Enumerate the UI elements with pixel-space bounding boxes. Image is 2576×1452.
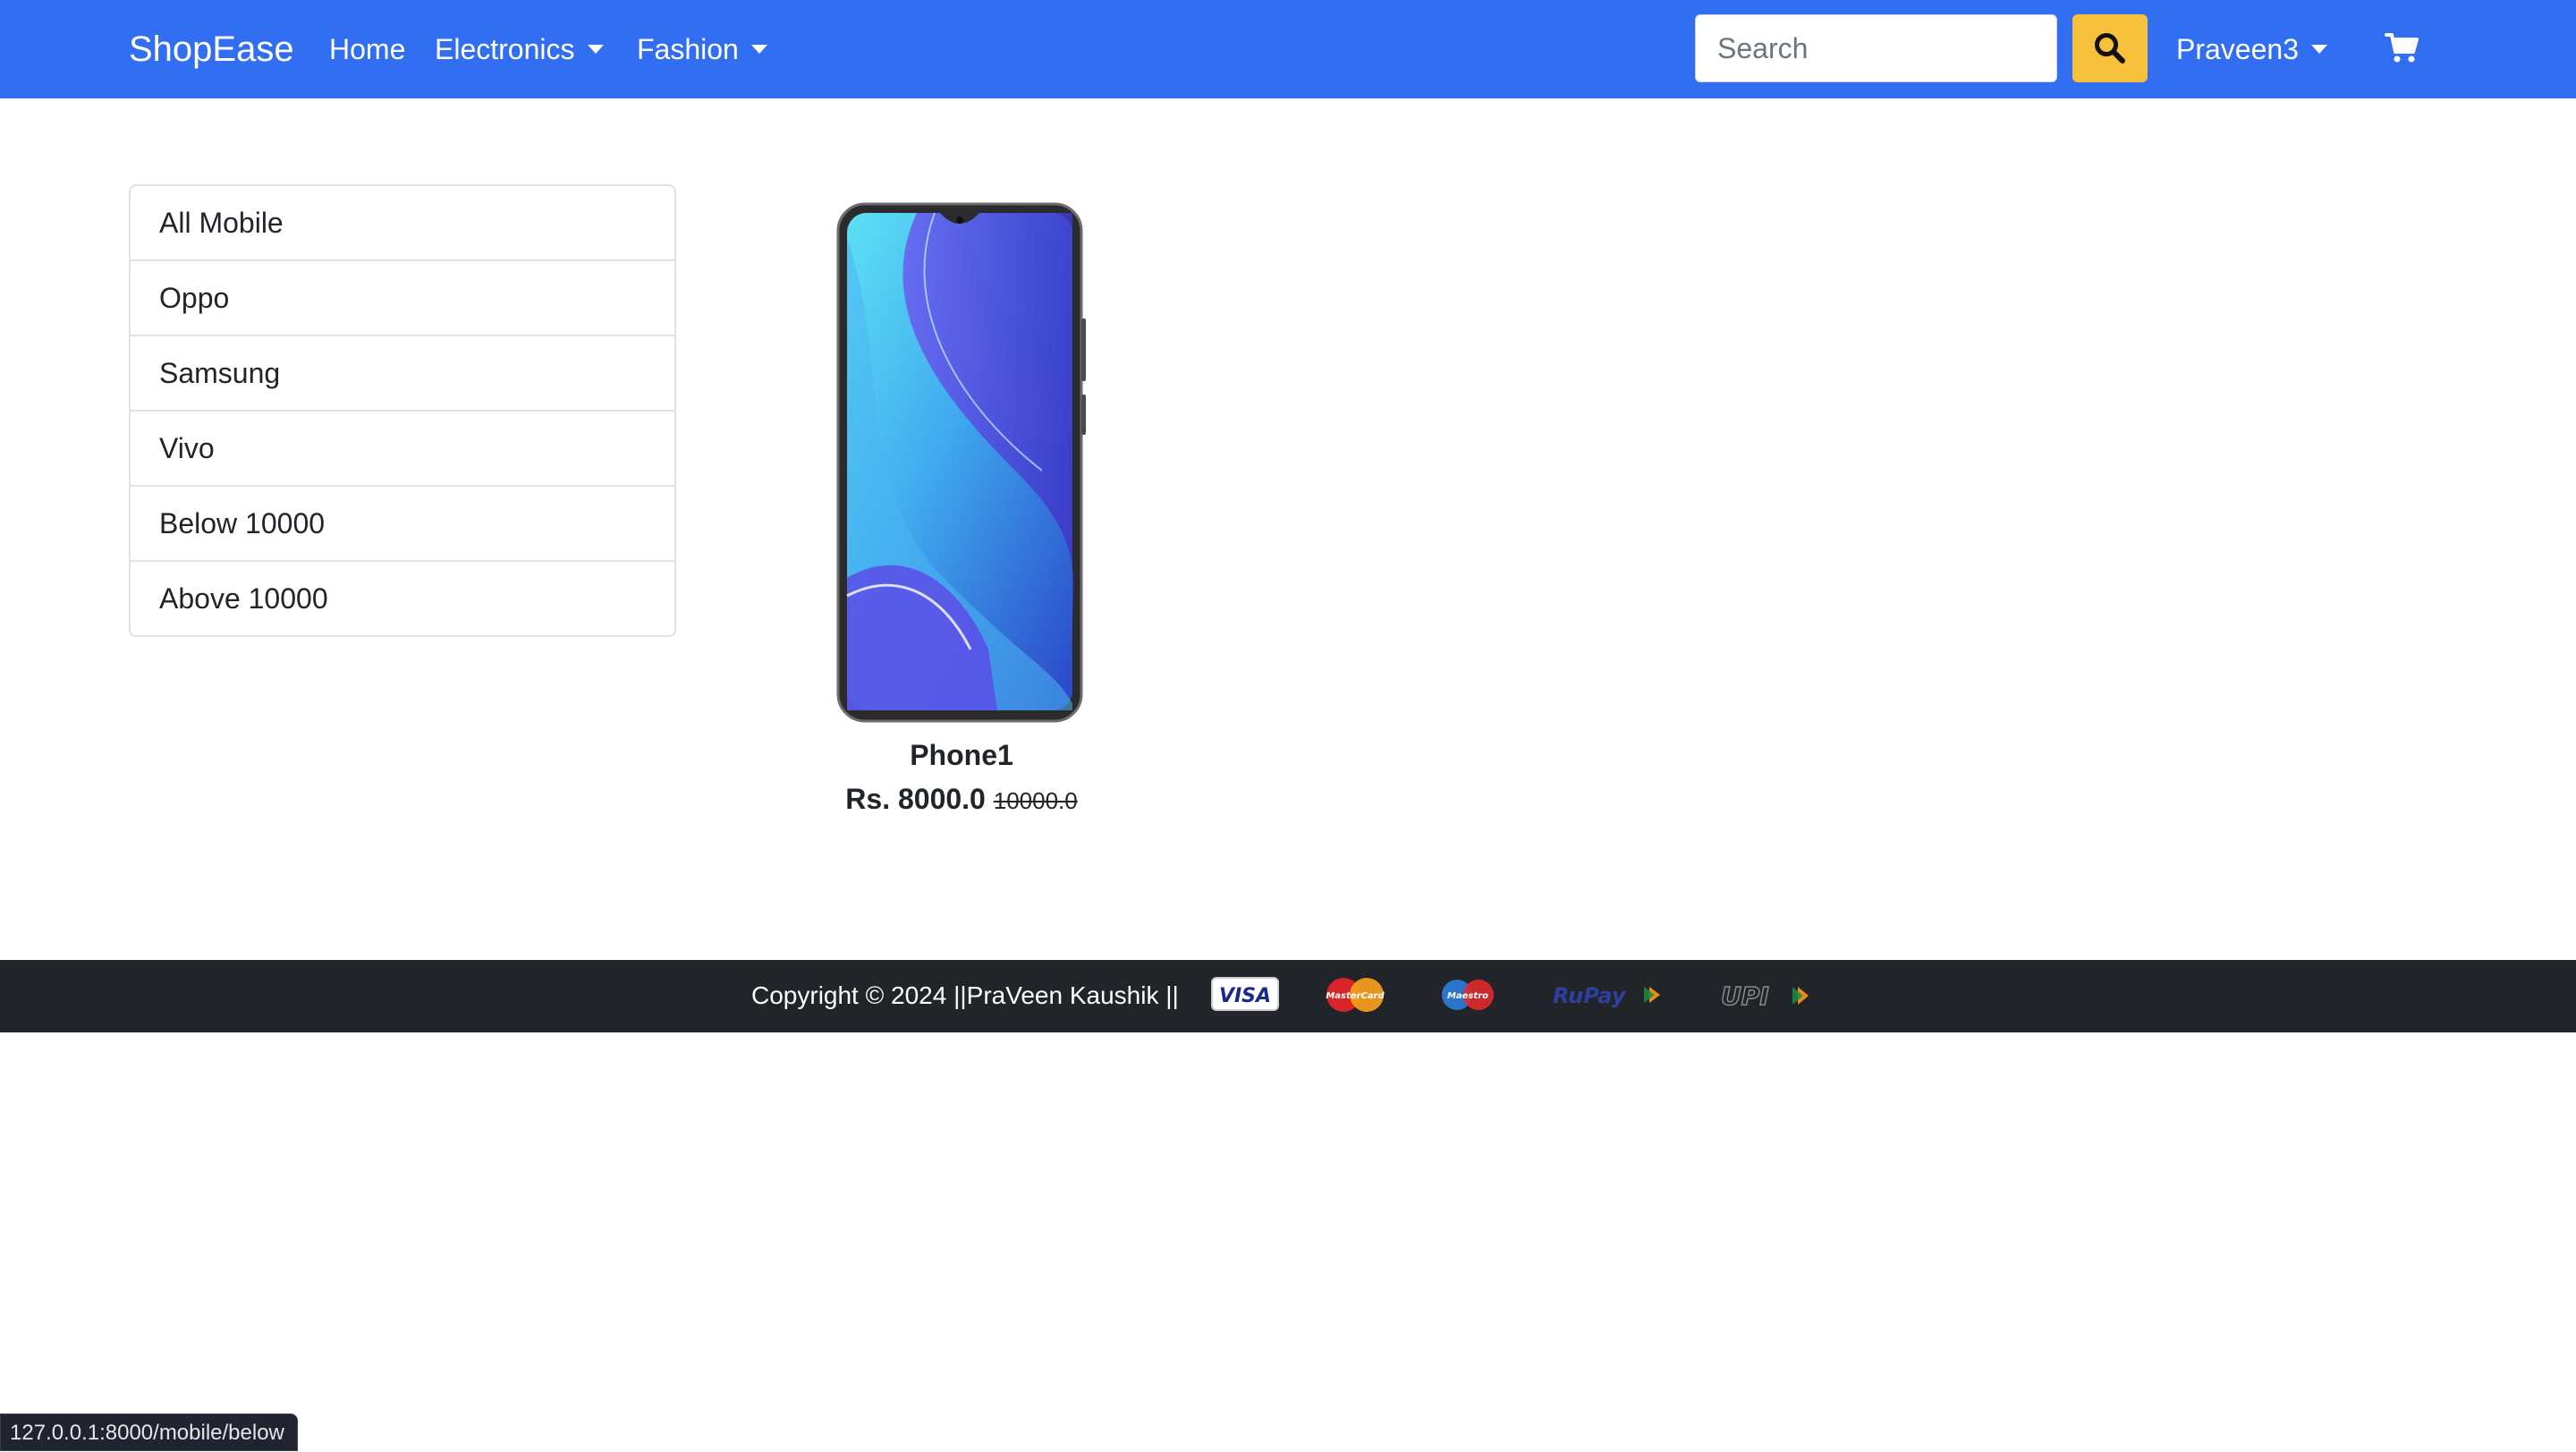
filter-vivo[interactable]: Vivo	[131, 410, 674, 485]
nav-fashion-label: Fashion	[637, 33, 739, 65]
product-card[interactable]: Phone1 Rs. 8000.0 10000.0	[805, 202, 1118, 821]
copyright-text: Copyright © 2024 ||PraVeen Kaushik ||	[751, 981, 1179, 1009]
search-input[interactable]	[1695, 14, 2057, 82]
maestro-label: Maestro	[1447, 991, 1488, 1001]
visa-label: VISA	[1219, 985, 1271, 1007]
mastercard-label: MasterCard	[1326, 991, 1385, 1001]
original-price: 10000.0	[993, 787, 1078, 814]
current-price: Rs. 8000.0	[845, 783, 986, 815]
filter-below-10000[interactable]: Below 10000	[131, 485, 674, 560]
nav-electronics-label: Electronics	[435, 33, 575, 65]
nav-electronics-dropdown[interactable]: Electronics	[435, 27, 604, 72]
shopping-cart-icon[interactable]	[2385, 32, 2420, 64]
product-name[interactable]: Phone1	[805, 737, 1118, 773]
status-bar-url: 127.0.0.1:8000/mobile/below	[0, 1414, 298, 1451]
product-price: Rs. 8000.0 10000.0	[805, 778, 1118, 821]
chevron-down-icon	[2310, 45, 2327, 54]
upi-logo-icon: UPI	[1720, 981, 1809, 1012]
footer: Copyright © 2024 ||PraVeen Kaushik || VI…	[0, 960, 2576, 1032]
search-icon	[2095, 33, 2125, 64]
chevron-down-icon	[750, 45, 767, 54]
filter-oppo[interactable]: Oppo	[131, 259, 674, 335]
user-menu-dropdown[interactable]: Praveen3	[2176, 27, 2327, 72]
search-button[interactable]	[2072, 14, 2148, 82]
filter-above-10000[interactable]: Above 10000	[131, 560, 674, 635]
nav-home-link[interactable]: Home	[329, 27, 405, 72]
filter-all-mobile[interactable]: All Mobile	[131, 186, 674, 259]
filter-samsung[interactable]: Samsung	[131, 335, 674, 410]
navbar: ShopEase Home Electronics Fashion Pravee…	[0, 0, 2576, 98]
user-name: Praveen3	[2176, 33, 2299, 65]
chevron-down-icon	[587, 45, 604, 54]
brand-logo[interactable]: ShopEase	[129, 25, 294, 73]
category-filter-list: All Mobile Oppo Samsung Vivo Below 10000…	[129, 184, 676, 637]
rupay-logo-icon: RuPay	[1553, 983, 1660, 1008]
nav-fashion-dropdown[interactable]: Fashion	[637, 27, 767, 72]
upi-label: UPI	[1721, 981, 1769, 1011]
maestro-logo-icon: Maestro	[1442, 980, 1494, 1010]
mastercard-logo-icon: MasterCard	[1326, 978, 1385, 1012]
product-image[interactable]	[836, 202, 1087, 723]
visa-logo-icon: VISA	[1211, 977, 1279, 1011]
rupay-label: RuPay	[1553, 983, 1627, 1008]
